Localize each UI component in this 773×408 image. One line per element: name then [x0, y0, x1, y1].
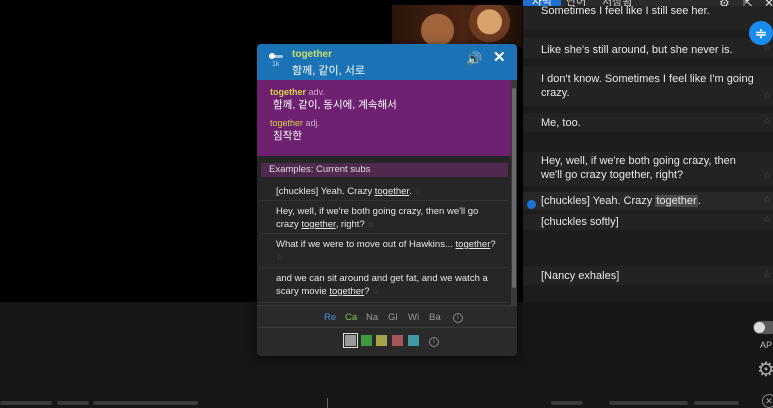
subtitle-text: I don't know. Sometimes I feel like I'm … [541, 73, 754, 99]
close-icon[interactable]: ✕ [493, 50, 506, 66]
star-icon[interactable]: ☆ [763, 192, 771, 206]
gear-icon[interactable]: ⚙ [757, 360, 773, 380]
star-icon[interactable]: ☆ [763, 212, 771, 226]
playhead-marker[interactable] [327, 398, 328, 408]
star-icon[interactable]: ☆ [763, 114, 771, 128]
example-text: , right? [335, 219, 368, 230]
subtitle-text-part: . [697, 195, 701, 207]
example-sentence[interactable]: [chuckles] Yeah. Crazy together. ☆ [261, 182, 508, 201]
star-icon[interactable]: ☆ [763, 88, 771, 102]
definition-text: 침착한 [273, 130, 302, 142]
star-icon[interactable]: ☆ [367, 220, 374, 229]
example-word[interactable]: together [375, 186, 409, 197]
scrollbar-thumb[interactable] [512, 88, 516, 288]
part-of-speech: adj. [305, 118, 321, 128]
subtitle-text: [chuckles] Yeah. Crazy together. [541, 195, 701, 207]
examples-heading: Examples: Current subs [261, 163, 508, 177]
highlighted-word[interactable]: together [655, 195, 698, 207]
subtitle-row[interactable]: Me, too. ☆ [523, 113, 773, 132]
progress-segment [551, 401, 583, 405]
popup-footer: Re Ca Na Gl Wi Ba i i [257, 305, 517, 356]
source-tab-na[interactable]: Na [366, 312, 378, 323]
toggle-knob [754, 322, 765, 333]
color-swatch[interactable] [361, 335, 372, 346]
divider [257, 327, 517, 328]
subtitle-row[interactable]: Like she's still around, but she never i… [523, 38, 773, 58]
subtitle-row[interactable]: Hey, well, if we're both going crazy, th… [523, 152, 773, 186]
close-icon[interactable]: ✕ [762, 394, 773, 408]
progress-segment [57, 401, 89, 405]
example-text: and we can sit around and get fat, and w… [276, 273, 488, 297]
definition-word: together [270, 87, 306, 97]
progress-segment [694, 401, 739, 405]
definition-word: together [270, 118, 304, 128]
subtitle-row[interactable]: [Nancy exhales] ☆ [523, 266, 773, 285]
example-word[interactable]: together [301, 219, 335, 230]
subtitle-text: Sometimes I feel like I still see her. [541, 5, 710, 17]
play-icon[interactable] [527, 200, 536, 209]
example-sentence[interactable]: Hey, well, if we're both going crazy, th… [261, 202, 508, 234]
frequency-dot [269, 53, 275, 59]
source-tab-gl[interactable]: Gl [388, 312, 398, 323]
definition-heading: together adj. [270, 117, 501, 129]
subtitle-row-current[interactable]: [chuckles] Yeah. Crazy together. ☆ [523, 192, 773, 210]
subtitle-text: [chuckles softly] [541, 216, 619, 228]
popup-header: 1k together 함께, 같이, 서로 🔊 ✕ [257, 44, 517, 80]
subtitle-row[interactable]: I don't know. Sometimes I feel like I'm … [523, 66, 773, 106]
source-tab-ba[interactable]: Ba [429, 312, 441, 323]
sync-icon[interactable]: ≑ [749, 21, 773, 45]
popup-scrollbar[interactable] [511, 80, 517, 305]
star-icon[interactable]: ☆ [372, 287, 379, 296]
color-swatch[interactable] [343, 333, 358, 348]
definition-text: 함께, 같이, 동시에, 계속해서 [273, 99, 397, 111]
headword-gloss: 함께, 같이, 서로 [292, 65, 365, 77]
progress-segment [93, 401, 198, 405]
example-text: ? [364, 286, 373, 297]
definitions-panel: together adv. 함께, 같이, 동시에, 계속해서 together… [257, 80, 511, 156]
part-of-speech: adv. [308, 87, 325, 97]
subtitle-text: [Nancy exhales] [541, 270, 620, 282]
subtitle-text-part: [chuckles] Yeah. Crazy [541, 195, 656, 207]
subtitle-row[interactable]: [chuckles softly] ☆ [523, 214, 773, 230]
star-icon[interactable]: ☆ [763, 168, 771, 182]
app-stage: AP ⚙ ✕ 자막 단어 저장됨 ⚙ ⇱ ✕ Sometimes I feel … [0, 0, 773, 408]
video-frame [392, 5, 522, 47]
progress-segment [609, 401, 688, 405]
word-lookup-popup: 1k together 함께, 같이, 서로 🔊 ✕ together adv.… [257, 44, 517, 356]
color-swatch[interactable] [408, 335, 419, 346]
progress-track[interactable] [0, 401, 773, 405]
example-text: ? [490, 239, 496, 250]
color-swatch[interactable] [392, 335, 403, 346]
subtitle-text: Hey, well, if we're both going crazy, th… [541, 155, 736, 181]
subtitle-sidebar: 자막 단어 저장됨 ⚙ ⇱ ✕ Sometimes I feel like I … [523, 0, 773, 302]
frequency-rank: 1k [272, 61, 280, 68]
color-swatch[interactable] [376, 335, 387, 346]
definition-heading: together adv. [270, 86, 501, 98]
example-text: [chuckles] Yeah. Crazy [276, 186, 375, 197]
info-icon[interactable]: i [453, 313, 463, 323]
source-tab-wi[interactable]: Wi [408, 312, 419, 323]
subtitle-text: Me, too. [541, 117, 581, 129]
subtitle-row[interactable]: Sometimes I feel like I still see her. [523, 6, 773, 30]
star-icon[interactable]: ☆ [276, 253, 283, 262]
speaker-icon[interactable]: 🔊 [466, 52, 482, 66]
star-icon[interactable]: ☆ [414, 187, 421, 196]
headword: together [292, 49, 332, 60]
source-tab-re[interactable]: Re [324, 312, 336, 323]
progress-segment [0, 401, 52, 405]
info-icon[interactable]: i [429, 337, 439, 347]
subtitle-text: Like she's still around, but she never i… [541, 44, 733, 56]
example-text: What if we were to move out of Hawkins..… [276, 239, 456, 250]
example-sentence[interactable]: What if we were to move out of Hawkins..… [261, 235, 508, 268]
auto-pause-toggle[interactable] [753, 321, 773, 334]
example-word[interactable]: together [456, 239, 491, 250]
example-word[interactable]: together [329, 286, 364, 297]
auto-pause-label: AP [760, 340, 773, 350]
example-sentence[interactable]: and we can sit around and get fat, and w… [261, 269, 508, 303]
source-tab-ca[interactable]: Ca [345, 312, 357, 323]
star-icon[interactable]: ☆ [763, 267, 771, 281]
